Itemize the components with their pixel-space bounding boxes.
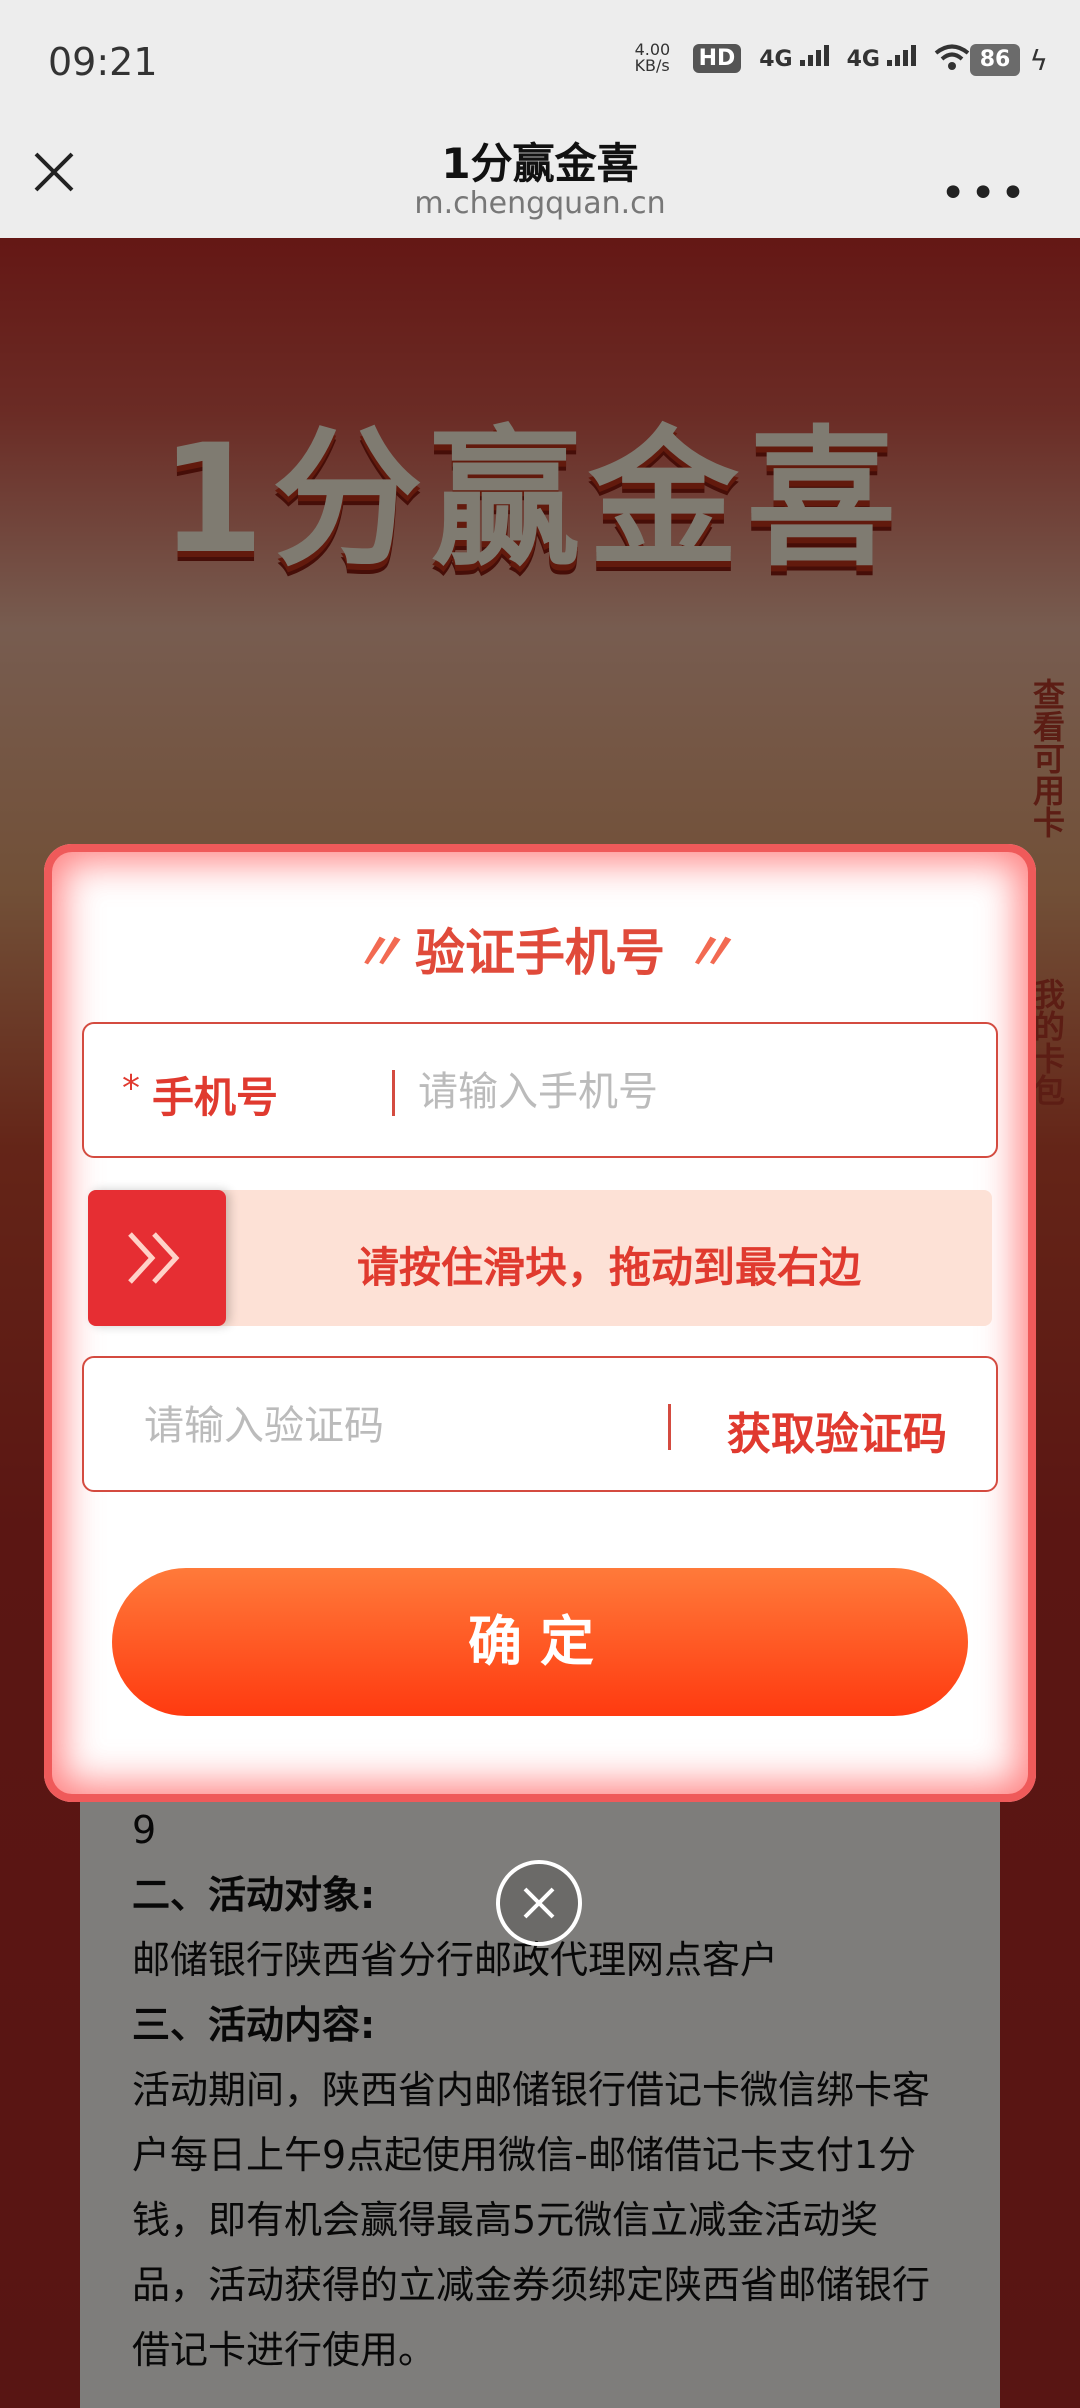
- slide-verification: 请按住滑块，拖动到最右边: [88, 1190, 992, 1326]
- code-divider: [668, 1404, 671, 1450]
- phone-input[interactable]: [418, 1054, 978, 1130]
- signal-4g-icon-1: 4G: [759, 44, 829, 72]
- browser-nav-bar: 1分赢金喜 m.chengquan.cn •••: [0, 130, 1080, 238]
- network-type-1: 4G: [759, 47, 793, 72]
- page-title: 1分赢金喜: [441, 139, 639, 188]
- status-time: 09:21: [48, 40, 158, 84]
- signal-4g-icon-2: 4G: [847, 44, 916, 72]
- confirm-button[interactable]: 确定: [112, 1568, 968, 1716]
- title-quote-right: 〃: [682, 923, 734, 983]
- network-speed: 4.00 KB/s: [634, 40, 671, 75]
- title-quote-left: 〃: [351, 923, 404, 983]
- required-mark: *: [122, 1068, 140, 1109]
- close-icon: [523, 1887, 555, 1919]
- code-input[interactable]: [144, 1388, 644, 1464]
- double-chevron-right-icon: [128, 1232, 180, 1284]
- dialog-title-text: 验证手机号: [415, 924, 665, 982]
- dialog-close-button[interactable]: [496, 1860, 582, 1946]
- hd-icon: HD: [692, 43, 742, 73]
- status-bar: 09:21 4.00 KB/s HD 4G 4G 86 ϟ: [0, 0, 1080, 130]
- verify-phone-dialog: 〃 验证手机号 〃 * 手机号 请按住滑块，拖动到最右边 获取验证码 确定: [44, 844, 1036, 1802]
- battery-icon: 86: [970, 44, 1020, 76]
- phone-label: 手机号: [152, 1073, 279, 1122]
- network-type-2: 4G: [846, 47, 880, 72]
- signal-bars-icon: [887, 44, 916, 66]
- get-code-button[interactable]: 获取验证码: [692, 1398, 982, 1462]
- dialog-title: 〃 验证手机号 〃: [44, 910, 1036, 985]
- slider-handle[interactable]: [88, 1190, 226, 1326]
- phone-divider: [392, 1070, 395, 1116]
- status-icons: 4.00 KB/s HD 4G 4G: [635, 42, 970, 74]
- code-field: 获取验证码: [82, 1356, 998, 1492]
- phone-field: * 手机号: [82, 1022, 998, 1158]
- wifi-icon: [934, 44, 970, 70]
- page-domain: m.chengquan.cn: [414, 186, 666, 221]
- charging-icon: ϟ: [1029, 44, 1048, 77]
- more-options-icon[interactable]: •••: [940, 168, 1030, 219]
- signal-bars-icon: [799, 44, 829, 66]
- slider-hint: 请按住滑块，拖动到最右边: [356, 1243, 861, 1292]
